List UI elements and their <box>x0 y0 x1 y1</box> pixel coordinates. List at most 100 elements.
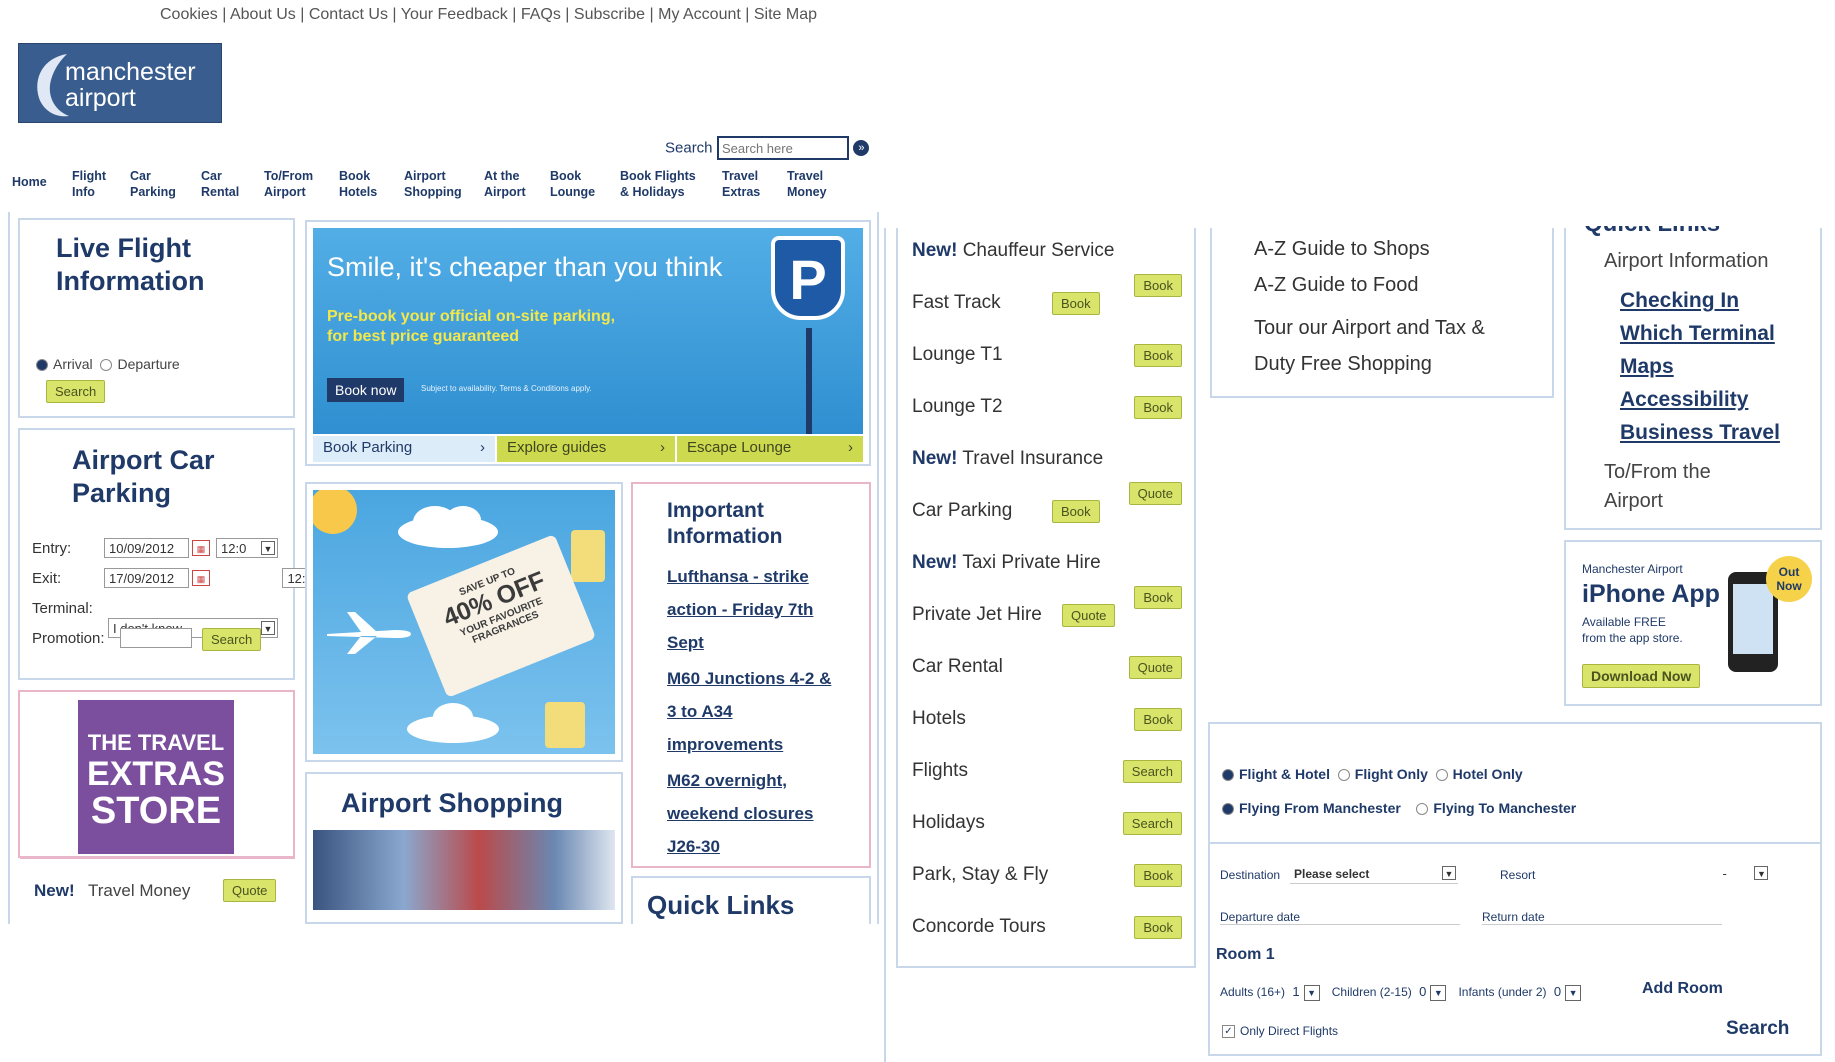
top-link-cookies[interactable]: Cookies <box>160 6 218 23</box>
site-search: Search » <box>665 136 880 160</box>
service-row-private-jet: Private Jet Hire Quote Book <box>912 586 1182 627</box>
quick-links-panel-right: Quick Links Airport Information Checking… <box>1564 226 1822 530</box>
iphone-app-panel: Manchester Airport iPhone App Available … <box>1564 540 1822 706</box>
exit-date-field[interactable]: 17/09/2012 <box>104 568 189 588</box>
parking-fine-print: Subject to availability. Terms & Conditi… <box>421 384 592 393</box>
service-row-hotels: Hotels Book <box>912 708 1182 731</box>
link-az-food[interactable]: A-Z Guide to Food <box>1254 274 1419 297</box>
travel-extras-store-banner[interactable]: THE TRAVEL EXTRAS STORE <box>78 700 234 854</box>
flying-from-radio[interactable] <box>1222 803 1234 816</box>
nav-travel-money[interactable]: Travel Money <box>787 168 827 200</box>
adults-select[interactable]: 1 ▼ <box>1288 982 1329 1002</box>
exit-calendar-icon[interactable]: ▦ <box>192 570 210 586</box>
car-parking-book-button[interactable]: Book <box>1052 500 1100 523</box>
park-stay-fly-book-button[interactable]: Book <box>1134 864 1182 887</box>
private-jet-quote-button[interactable]: Quote <box>1062 604 1116 627</box>
nav-travel-extras[interactable]: Travel Extras <box>722 168 760 200</box>
fast-track-book-button-2[interactable]: Book <box>1134 274 1182 297</box>
travel-money-quote-button[interactable]: Quote <box>223 879 277 902</box>
add-room-link[interactable]: Add Room <box>1642 980 1723 998</box>
holidays-search-button[interactable]: Search <box>1122 812 1182 835</box>
hotels-book-button[interactable]: Book <box>1134 708 1182 731</box>
nav-car-parking[interactable]: Car Parking <box>130 168 176 200</box>
infants-select[interactable]: 0 ▼ <box>1549 982 1590 1002</box>
car-parking-search-button[interactable]: Search <box>202 628 262 651</box>
search-go-icon[interactable]: » <box>853 140 870 156</box>
top-link-subscribe[interactable]: Subscribe <box>574 6 645 23</box>
holiday-search-button[interactable]: Search <box>1726 1018 1789 1040</box>
link-checking-in[interactable]: Checking In <box>1620 284 1780 317</box>
parking-sign-pole <box>806 328 812 434</box>
arrival-radio[interactable] <box>36 359 48 372</box>
nav-book-lounge[interactable]: Book Lounge <box>550 168 595 200</box>
return-date-label[interactable]: Return date <box>1482 910 1722 925</box>
link-accessibility[interactable]: Accessibility <box>1620 383 1780 416</box>
top-link-feedback[interactable]: Your Feedback <box>401 6 508 23</box>
top-link-account[interactable]: My Account <box>658 6 741 23</box>
tab-escape-lounge[interactable]: Escape Lounge › <box>677 436 863 462</box>
nav-airport-shopping[interactable]: Airport Shopping <box>404 168 462 200</box>
entry-date-field[interactable]: 10/09/2012 <box>104 538 189 558</box>
top-link-sitemap[interactable]: Site Map <box>754 6 817 23</box>
flight-only-radio[interactable] <box>1337 769 1350 782</box>
important-link-m60[interactable]: M60 Junctions 4-2 & 3 to A34 improvements <box>667 662 831 761</box>
private-jet-book-button[interactable]: Book <box>1134 586 1182 609</box>
departure-radio[interactable] <box>100 359 113 372</box>
service-row-car-rental: Car Rental Quote <box>912 656 1182 679</box>
nav-book-flights-holidays[interactable]: Book Flights & Holidays <box>620 168 696 200</box>
nav-flight-info[interactable]: Flight Info <box>72 168 106 200</box>
nav-car-rental[interactable]: Car Rental <box>201 168 239 200</box>
nav-to-from-airport[interactable]: To/From Airport <box>264 168 313 200</box>
lounge-t1-book-button[interactable]: Book <box>1134 344 1182 367</box>
departure-date-label[interactable]: Departure date <box>1220 910 1460 925</box>
manchester-airport-logo[interactable]: manchester airport <box>18 43 222 123</box>
book-now-button[interactable]: Book now <box>327 378 405 402</box>
fragrance-promo-banner[interactable]: SAVE UP TO 40% OFF YOUR FAVOURITE FRAGRA… <box>313 490 615 754</box>
parking-banner[interactable]: Smile, it's cheaper than you think Pre-b… <box>313 228 863 434</box>
link-maps[interactable]: Maps <box>1620 350 1780 383</box>
top-link-about[interactable]: About Us <box>230 6 296 23</box>
entry-calendar-icon[interactable]: ▦ <box>192 540 210 556</box>
link-which-terminal[interactable]: Which Terminal <box>1620 317 1780 350</box>
car-rental-quote-button[interactable]: Quote <box>1128 656 1182 679</box>
link-tour-airport[interactable]: Tour our Airport and Tax & Duty Free Shop… <box>1254 310 1485 382</box>
resort-select[interactable]: - ▼ <box>1718 864 1771 884</box>
children-select[interactable]: 0 ▼ <box>1415 982 1456 1002</box>
travel-money-label: Travel Money <box>88 881 191 900</box>
car-parking-quote-button[interactable]: Quote <box>1128 482 1182 505</box>
destination-select[interactable]: Please select ▼ <box>1290 864 1458 884</box>
nav-home[interactable]: Home <box>12 174 47 190</box>
link-to-from-airport[interactable]: To/From the Airport <box>1604 458 1711 516</box>
occupancy-row: Adults (16+) 1 ▼ Children (2-15) 0 ▼ Infan… <box>1220 982 1590 1002</box>
concorde-book-button[interactable]: Book <box>1134 916 1182 939</box>
nav-book-hotels[interactable]: Book Hotels <box>339 168 377 200</box>
tab-book-parking[interactable]: Book Parking › <box>313 436 495 462</box>
hotel-only-radio[interactable] <box>1435 769 1448 782</box>
download-now-button[interactable]: Download Now <box>1582 664 1701 688</box>
top-link-contact[interactable]: Contact Us <box>309 6 388 23</box>
important-link-m62[interactable]: M62 overnight, weekend closures J26-30 <box>667 764 813 863</box>
promotion-input[interactable] <box>120 628 192 648</box>
important-info-title: Important Information <box>667 499 783 548</box>
nav-at-the-airport[interactable]: At the Airport <box>484 168 526 200</box>
link-business-travel[interactable]: Business Travel <box>1620 416 1780 449</box>
shopping-photo[interactable] <box>313 830 615 910</box>
flying-to-radio[interactable] <box>1416 803 1429 816</box>
logo-text-airport: airport <box>65 84 136 112</box>
link-az-shops[interactable]: A-Z Guide to Shops <box>1254 238 1430 261</box>
airport-information-heading[interactable]: Airport Information <box>1604 250 1769 273</box>
tab-explore-guides[interactable]: Explore guides › <box>497 436 675 462</box>
direct-flights-checkbox[interactable]: ✓ <box>1222 1025 1235 1039</box>
entry-time-select[interactable]: 12:0 ▼ <box>216 538 278 558</box>
travel-extras-panel: THE TRAVEL EXTRAS STORE <box>18 690 295 858</box>
top-link-faqs[interactable]: FAQs <box>521 6 561 23</box>
search-input[interactable] <box>716 136 849 160</box>
important-link-lufthansa[interactable]: Lufthansa - strike action - Friday 7th Sep… <box>667 560 813 659</box>
infants-label: Infants (under 2) <box>1458 985 1547 999</box>
service-row-lounge-t2: Lounge T2 Book <box>912 396 1182 419</box>
live-flight-search-button[interactable]: Search <box>46 380 106 403</box>
flights-search-button[interactable]: Search <box>1122 760 1182 783</box>
fast-track-book-button[interactable]: Book <box>1052 292 1100 315</box>
flight-hotel-radio[interactable] <box>1222 769 1234 782</box>
lounge-t2-book-button[interactable]: Book <box>1134 396 1182 419</box>
